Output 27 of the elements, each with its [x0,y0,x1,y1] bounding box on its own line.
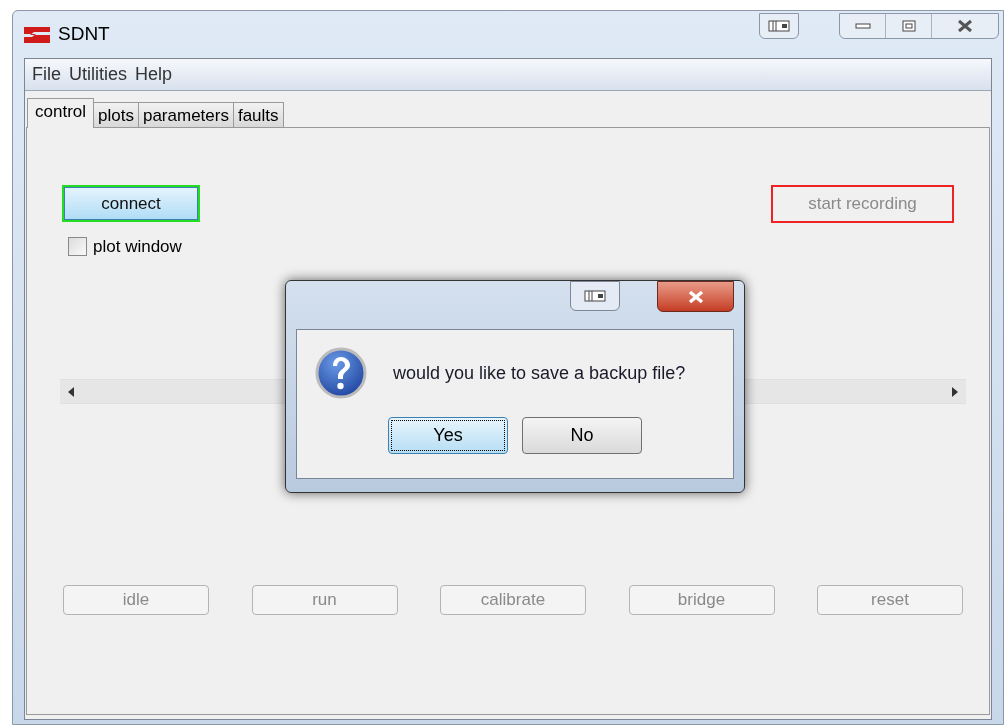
menu-item[interactable]: Utilities [66,61,131,88]
tab[interactable]: faults [232,102,284,128]
snap-button[interactable] [759,12,799,39]
window-layout-icon [768,19,790,32]
close-button[interactable] [657,281,734,312]
tab[interactable]: plots [93,102,139,128]
scroll-left-icon[interactable] [68,386,74,397]
app-logo-icon [24,24,50,45]
close-icon [956,18,974,33]
window-title: SDNT [58,22,110,47]
maximize-icon [901,19,916,32]
dialog-button[interactable]: Yes [388,417,508,454]
minimize-icon [854,22,871,29]
dialog-button[interactable]: No [522,417,642,454]
checkbox-label: plot window [93,236,182,258]
checkbox[interactable] [68,237,87,257]
close-icon [686,289,705,304]
snap-button[interactable] [570,281,620,311]
window-layout-icon [584,290,606,302]
scroll-right-icon[interactable] [952,386,958,397]
tab[interactable]: parameters [137,102,234,128]
tab[interactable]: control [27,98,95,128]
dialog-message: would you like to save a backup file? [393,361,686,385]
menu-item[interactable]: File [29,61,64,88]
menu-item[interactable]: Help [132,61,176,88]
connect-button[interactable]: connect [62,185,200,222]
question-icon [315,347,367,399]
